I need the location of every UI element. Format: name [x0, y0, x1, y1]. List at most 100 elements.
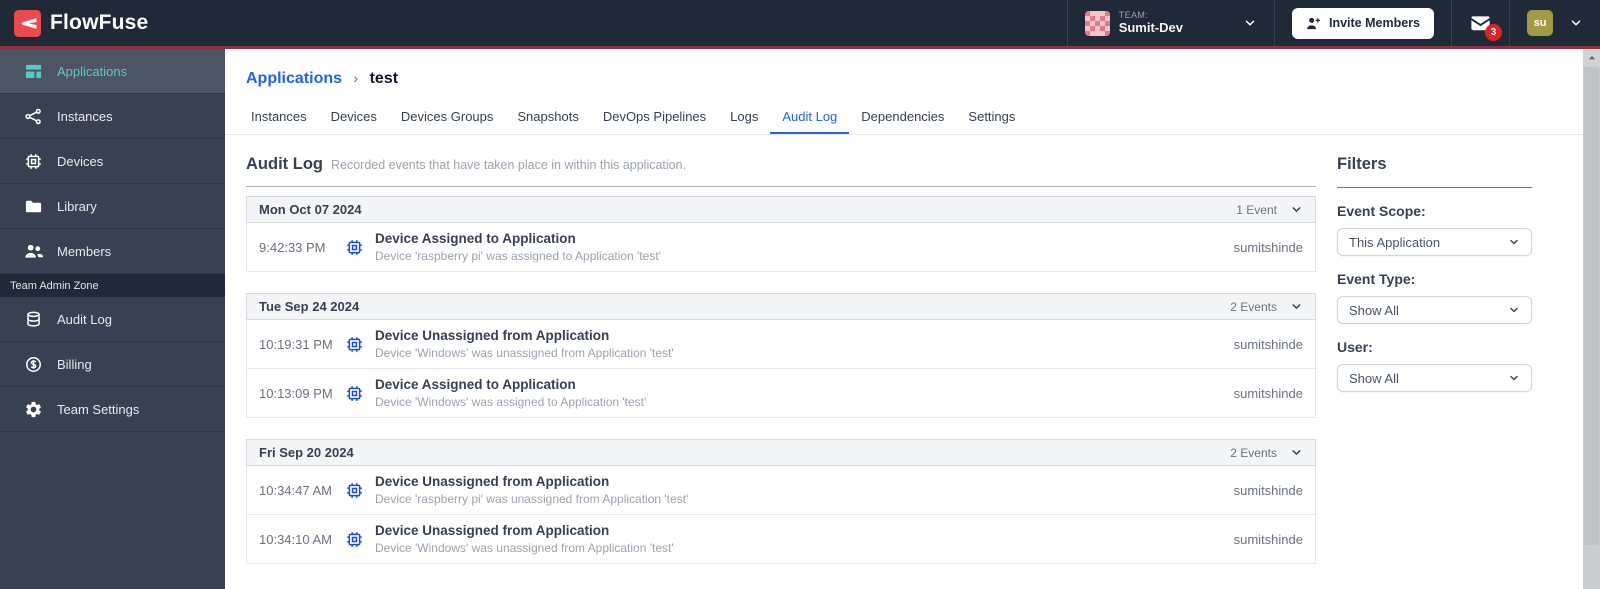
event-description: Device 'Windows' was unassigned from App… [375, 346, 674, 360]
device-chip-icon [345, 238, 364, 257]
sidebar-item-label: Billing [57, 356, 92, 372]
scrollbar-up-button[interactable] [1583, 49, 1600, 66]
audit-event-row: 10:34:10 AM Device Unassigned from Applic… [246, 515, 1316, 564]
chevron-down-icon [1290, 446, 1303, 459]
event-time: 10:34:47 AM [259, 482, 332, 498]
user-avatar[interactable]: su [1527, 10, 1553, 36]
filters-divider [1337, 187, 1532, 188]
event-type-value: Show All [1349, 302, 1399, 318]
event-time: 9:42:33 PM [259, 239, 326, 255]
sidebar: Applications Instances Devices Library Membe… [0, 49, 225, 589]
tab-settings[interactable]: Settings [956, 100, 1027, 134]
team-selector[interactable]: TEAM: Sumit-Dev [1066, 0, 1274, 46]
filters-panel: Filters Event Scope: This Application Even… [1337, 153, 1532, 585]
audit-divider [246, 186, 1316, 187]
user-select[interactable]: Show All [1337, 364, 1532, 392]
team-settings-icon [24, 400, 43, 419]
device-chip-icon [345, 384, 364, 403]
audit-group-header[interactable]: Fri Sep 20 2024 2 Events [246, 439, 1316, 466]
sidebar-item-label: Library [57, 198, 97, 214]
sidebar-item-billing[interactable]: Billing [0, 342, 225, 387]
event-description: Device 'raspberry pi' was assigned to Ap… [375, 249, 661, 263]
devices-icon [24, 152, 43, 171]
breadcrumb-current: test [369, 70, 399, 87]
team-avatar [1084, 10, 1110, 36]
sidebar-item-instances[interactable]: Instances [0, 94, 225, 139]
event-user: sumitshinde [1233, 482, 1303, 498]
user-menu-chevron-icon[interactable] [1569, 16, 1583, 30]
tab-dependencies[interactable]: Dependencies [849, 100, 956, 134]
team-admin-zone-label: Team Admin Zone [0, 274, 225, 297]
group-event-count: 2 Events [1230, 445, 1277, 460]
chevron-down-icon [1508, 372, 1520, 384]
audit-group-header[interactable]: Tue Sep 24 2024 2 Events [246, 293, 1316, 320]
event-title: Device Unassigned from Application [375, 474, 610, 489]
device-chip-icon [345, 335, 364, 354]
audit-group: Mon Oct 07 2024 1 Event 9:42:33 PM Device A… [246, 196, 1316, 272]
audit-event-row: 9:42:33 PM Device Assigned to Application… [246, 223, 1316, 272]
sidebar-item-applications[interactable]: Applications [0, 49, 225, 94]
tab-devops-pipelines[interactable]: DevOps Pipelines [591, 100, 718, 134]
sidebar-item-label: Applications [57, 63, 128, 79]
event-user: sumitshinde [1233, 336, 1303, 352]
event-time: 10:19:31 PM [259, 336, 333, 352]
sidebar-item-library[interactable]: Library [0, 184, 225, 229]
tab-devices[interactable]: Devices [319, 100, 389, 134]
breadcrumb-applications-link[interactable]: Applications [246, 70, 342, 87]
chevron-down-icon [1290, 203, 1303, 216]
notifications-button[interactable]: 3 [1469, 12, 1502, 41]
event-type-label: Event Type: [1337, 271, 1416, 287]
tab-devices-groups[interactable]: Devices Groups [389, 100, 505, 134]
audit-group-header[interactable]: Mon Oct 07 2024 1 Event [246, 196, 1316, 223]
sidebar-item-label: Members [57, 243, 112, 259]
tab-audit-log[interactable]: Audit Log [770, 100, 849, 134]
chevron-down-icon [1508, 304, 1520, 316]
tab-instances[interactable]: Instances [239, 100, 319, 134]
audit-event-row: 10:13:09 PM Device Assigned to Applicatio… [246, 369, 1316, 418]
user-label: User: [1337, 339, 1373, 355]
group-event-count: 1 Event [1236, 202, 1277, 217]
sidebar-item-devices[interactable]: Devices [0, 139, 225, 184]
flowfuse-logo-icon [14, 9, 41, 37]
event-type-select[interactable]: Show All [1337, 296, 1532, 324]
event-title: Device Unassigned from Application [375, 523, 610, 538]
scrollbar-thumb[interactable] [1584, 67, 1599, 545]
breadcrumb-separator: › [353, 70, 359, 86]
page-title: Audit Log [246, 155, 323, 173]
event-description: Device 'Windows' was unassigned from App… [375, 541, 674, 555]
group-date: Tue Sep 24 2024 [259, 299, 360, 314]
event-user: sumitshinde [1233, 239, 1303, 255]
brand-name: FlowFuse [50, 11, 149, 34]
event-description: Device 'Windows' was assigned to Applica… [375, 395, 647, 409]
device-chip-icon [345, 530, 364, 549]
event-time: 10:13:09 PM [259, 385, 333, 401]
event-title: Device Assigned to Application [375, 231, 576, 246]
audit-event-row: 10:34:47 AM Device Unassigned from Applic… [246, 466, 1316, 515]
event-title: Device Unassigned from Application [375, 328, 610, 343]
flowfuse-logo[interactable]: FlowFuse [14, 9, 149, 37]
event-description: Device 'raspberry pi' was unassigned fro… [375, 492, 689, 506]
applications-icon [24, 62, 43, 81]
invite-members-button[interactable]: Invite Members [1291, 7, 1434, 39]
breadcrumb: Applications › test [225, 49, 1600, 88]
device-chip-icon [345, 481, 364, 500]
main-content: Applications › test Instances Devices Devi… [225, 49, 1600, 589]
sidebar-item-members[interactable]: Members [0, 229, 225, 274]
vertical-scrollbar[interactable] [1583, 49, 1600, 589]
chevron-down-icon [1508, 236, 1520, 248]
chevron-down-icon [1290, 300, 1303, 313]
event-scope-select[interactable]: This Application [1337, 228, 1532, 256]
add-user-icon [1306, 16, 1321, 31]
sidebar-item-label: Team Settings [57, 401, 140, 417]
tab-logs[interactable]: Logs [718, 100, 770, 134]
sidebar-item-team-settings[interactable]: Team Settings [0, 387, 225, 432]
library-icon [24, 197, 43, 216]
tab-snapshots[interactable]: Snapshots [505, 100, 590, 134]
top-bar: FlowFuse TEAM: Sumit-Dev Invite Members … [0, 0, 1600, 49]
sidebar-item-audit-log[interactable]: Audit Log [0, 297, 225, 342]
audit-group: Tue Sep 24 2024 2 Events 10:19:31 PM Device… [246, 293, 1316, 418]
event-user: sumitshinde [1233, 531, 1303, 547]
event-title: Device Assigned to Application [375, 377, 576, 392]
user-value: Show All [1349, 370, 1399, 386]
group-date: Fri Sep 20 2024 [259, 445, 354, 460]
